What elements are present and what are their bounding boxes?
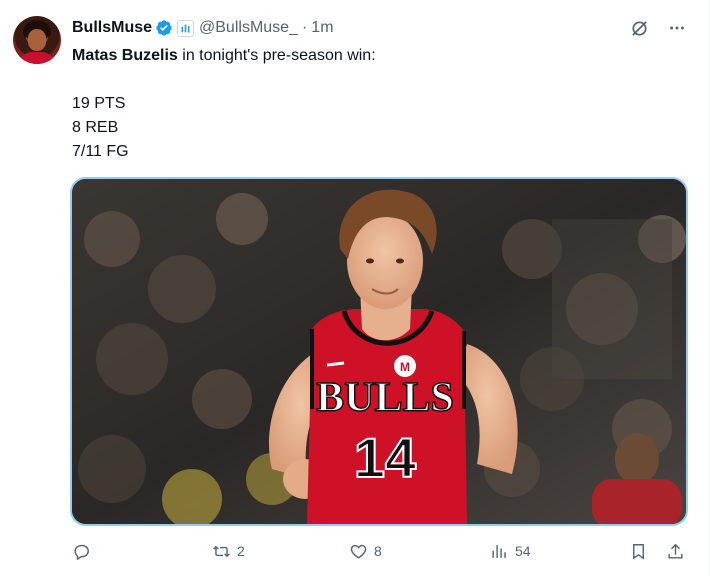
bookmark-button[interactable] (629, 540, 648, 562)
avatar[interactable] (13, 16, 61, 64)
like-button[interactable]: 8 (349, 540, 382, 562)
retweet-icon (213, 545, 230, 557)
tweet-text: Matas Buzelis in tonight's pre-season wi… (72, 44, 682, 164)
retweet-count: 2 (237, 543, 245, 559)
stat-line-fg: 7/11 FG (72, 143, 129, 160)
separator-dot: · (301, 19, 308, 36)
affiliate-badge-icon[interactable] (177, 19, 195, 37)
reply-button[interactable] (72, 540, 97, 562)
tweet-header: BullsMuse @BullsMuse_ · 1m (72, 17, 334, 39)
mentioned-player: Matas Buzelis (72, 47, 178, 64)
tweet[interactable]: BullsMuse @BullsMuse_ · 1m Matas Buzelis… (0, 0, 710, 576)
verified-badge-icon[interactable] (155, 19, 173, 37)
like-count: 8 (374, 543, 382, 559)
stat-line-rebounds: 8 REB (72, 119, 119, 136)
views-button[interactable]: 54 (490, 540, 531, 562)
svg-text:M: M (400, 360, 410, 374)
tweet-top-actions (629, 18, 687, 38)
retweet-button[interactable]: 2 (212, 540, 245, 562)
author-name[interactable]: BullsMuse (72, 19, 152, 37)
bookmark-icon (633, 543, 644, 560)
jersey-team-text: BULLS (316, 375, 454, 421)
share-icon (668, 543, 683, 559)
stat-line-points: 19 PTS (72, 95, 126, 112)
reply-icon (74, 544, 89, 560)
like-icon (350, 544, 367, 559)
author-handle[interactable]: @BullsMuse_ (199, 19, 298, 37)
share-button[interactable] (666, 540, 685, 562)
timestamp[interactable]: 1m (311, 19, 333, 37)
views-icon (492, 544, 506, 558)
jersey-number-text: 14 (354, 426, 416, 489)
tweet-text-rest: in tonight's pre-season win: (177, 47, 376, 64)
views-count: 54 (515, 543, 531, 559)
grok-icon[interactable] (629, 18, 649, 38)
more-icon[interactable] (667, 18, 687, 38)
tweet-media-image[interactable]: BULLS 14 M (70, 177, 688, 526)
tweet-actions: 2 8 54 (72, 540, 688, 562)
